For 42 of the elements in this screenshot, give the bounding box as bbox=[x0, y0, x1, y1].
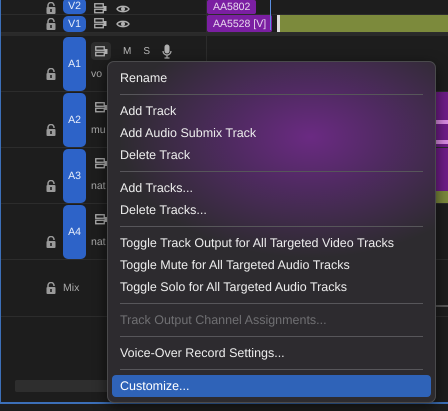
menu-item[interactable]: Add Track bbox=[112, 100, 431, 122]
track-target-button[interactable]: A2 bbox=[63, 92, 86, 146]
menu-item[interactable]: Voice-Over Record Settings... bbox=[112, 342, 431, 364]
lock-icon[interactable] bbox=[46, 68, 56, 80]
track-output-icon[interactable] bbox=[94, 214, 108, 224]
track-target-button[interactable]: A4 bbox=[63, 204, 86, 258]
lock-icon[interactable] bbox=[46, 2, 56, 14]
microphone-icon[interactable] bbox=[162, 44, 172, 58]
track-output-icon[interactable] bbox=[94, 158, 108, 168]
track-target-button[interactable]: V2 bbox=[63, 0, 86, 14]
lock-icon[interactable] bbox=[46, 282, 56, 294]
track-output-icon[interactable] bbox=[94, 46, 108, 56]
track-name[interactable]: nat bbox=[91, 236, 111, 248]
menu-item[interactable]: Rename bbox=[112, 67, 431, 89]
mute-button[interactable]: M bbox=[123, 46, 132, 56]
menu-item[interactable]: Delete Track bbox=[112, 144, 431, 166]
lock-icon[interactable] bbox=[46, 180, 56, 192]
menu-item[interactable]: Toggle Track Output for All Targeted Video Tracks bbox=[112, 232, 431, 254]
menu-item[interactable]: Delete Tracks... bbox=[112, 199, 431, 221]
eye-icon[interactable] bbox=[116, 18, 130, 28]
lock-icon[interactable] bbox=[46, 18, 56, 30]
video-clip[interactable]: AA5802 bbox=[207, 0, 256, 14]
menu-item[interactable]: Customize... bbox=[112, 375, 431, 397]
track-target-button[interactable]: V1 bbox=[63, 16, 86, 32]
menu-item[interactable]: Add Tracks... bbox=[112, 177, 431, 199]
solo-button[interactable]: S bbox=[143, 46, 150, 56]
lock-icon[interactable] bbox=[46, 124, 56, 136]
track-output-icon[interactable] bbox=[94, 18, 107, 29]
track-target-button[interactable]: A1 bbox=[63, 36, 86, 90]
lock-icon[interactable] bbox=[46, 236, 56, 248]
menu-item[interactable]: Add Audio Submix Track bbox=[112, 122, 431, 144]
track-name[interactable]: mu bbox=[91, 124, 111, 136]
track-output-icon[interactable] bbox=[94, 3, 107, 14]
video-clip-bar[interactable] bbox=[277, 15, 448, 32]
track-name[interactable]: nat bbox=[91, 180, 111, 192]
track-target-button[interactable]: A3 bbox=[63, 148, 86, 202]
eye-icon[interactable] bbox=[116, 4, 130, 14]
video-clip[interactable]: AA5528 [V] bbox=[207, 15, 272, 32]
mix-track-label: Mix bbox=[63, 282, 80, 294]
menu-item[interactable]: Toggle Mute for All Targeted Audio Tracks bbox=[112, 254, 431, 276]
menu-item[interactable]: Toggle Solo for All Targeted Audio Tracks bbox=[112, 276, 431, 298]
track-output-icon[interactable] bbox=[94, 102, 108, 112]
